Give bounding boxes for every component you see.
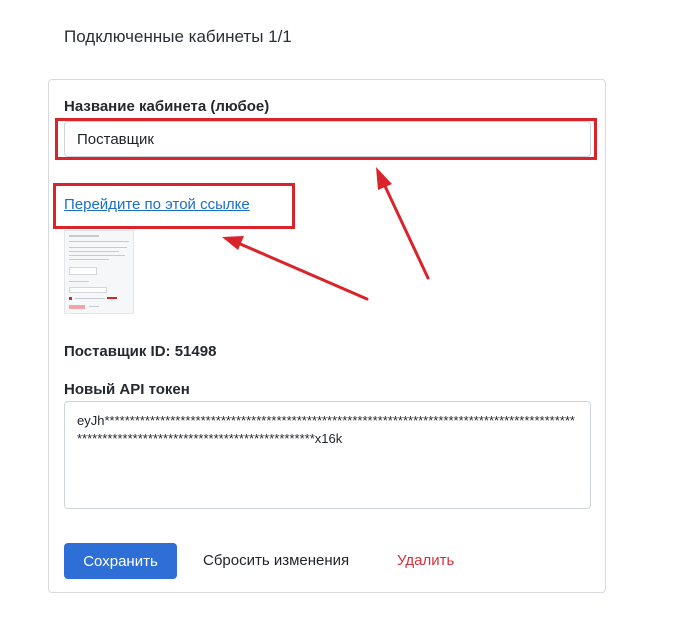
- api-token-textarea[interactable]: eyJh************************************…: [64, 401, 591, 509]
- reset-changes-button[interactable]: Сбросить изменения: [203, 552, 349, 569]
- save-button[interactable]: Сохранить: [64, 543, 177, 579]
- instructions-link[interactable]: Перейдите по этой ссылке: [64, 196, 250, 213]
- cabinet-name-input[interactable]: [64, 121, 591, 157]
- cabinet-name-label: Название кабинета (любое): [64, 98, 270, 115]
- delete-button[interactable]: Удалить: [397, 552, 454, 569]
- page-title: Подключенные кабинеты 1/1: [64, 27, 292, 46]
- token-label: Новый API токен: [64, 381, 190, 398]
- instructions-thumbnail[interactable]: [64, 230, 134, 314]
- supplier-id: Поставщик ID: 51498: [64, 343, 217, 360]
